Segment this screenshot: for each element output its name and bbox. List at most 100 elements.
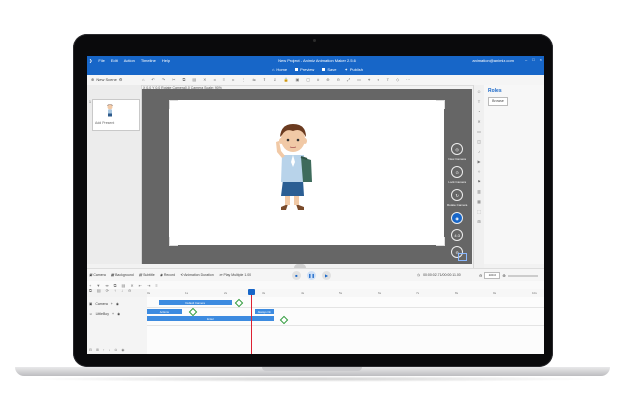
zoom-out-tool-icon[interactable]: ⊖ — [337, 77, 340, 82]
split-icon[interactable]: ⇹ — [105, 283, 108, 288]
copy-track-icon[interactable]: ⧉ — [114, 283, 117, 288]
track-visibility-icon[interactable]: ◉ — [117, 312, 120, 316]
lock-tool-icon[interactable]: 🔒 — [283, 77, 288, 82]
svg-category-icon[interactable]: ◫ — [477, 139, 481, 144]
preview-button[interactable]: Preview — [295, 67, 314, 72]
redo-icon[interactable]: ↷ — [162, 77, 165, 82]
browse-button[interactable]: Browse — [488, 97, 508, 106]
scene-settings-icon[interactable]: ⚙ — [119, 77, 123, 82]
zoom-slider[interactable] — [507, 274, 538, 277]
keyframe-marker[interactable] — [279, 315, 289, 325]
ruler-icon[interactable]: ▭ — [357, 77, 361, 82]
layer-down-icon[interactable]: ⇓ — [273, 77, 276, 82]
footer-group-icon[interactable]: ⊞ — [96, 348, 99, 352]
zoom-in-tool-icon[interactable]: ⊕ — [326, 77, 329, 82]
image-category-icon[interactable]: ▭ — [477, 129, 481, 134]
group-icon[interactable]: ▣ — [295, 77, 299, 82]
cut-icon[interactable]: ✂ — [172, 77, 175, 82]
actions-clip[interactable]: Actions — [147, 309, 182, 314]
expand-icon[interactable]: ⇤ — [139, 283, 142, 288]
track-littleboy[interactable]: ☺ LittleBoy + ◉ — [89, 309, 120, 319]
aspect-ratio-button[interactable]: 4:3 — [451, 229, 464, 241]
layer-up-icon[interactable]: ⇑ — [263, 77, 266, 82]
zoom-value[interactable]: 100.0 — [484, 272, 501, 279]
layer-category-icon[interactable]: ⬚ — [477, 209, 481, 214]
track-add-icon[interactable]: + — [112, 312, 114, 316]
background-category-icon[interactable]: ▦ — [477, 199, 481, 204]
zoom-minus-icon[interactable]: ⊖ — [479, 273, 482, 278]
stop-button[interactable]: ■ — [292, 271, 301, 280]
tab-play-multiple[interactable]: ≫ Play Multiple 1.00 — [219, 273, 251, 277]
new-camera-button[interactable]: ◎ — [451, 143, 464, 155]
shape-tool-icon[interactable]: ◇ — [396, 77, 399, 82]
account-email[interactable]: animation@animiz.com — [472, 58, 514, 63]
sound-category-icon[interactable]: ♪ — [478, 149, 480, 154]
align-center-icon[interactable]: ≡ — [223, 77, 225, 82]
fit-icon[interactable]: ⤢ — [347, 77, 350, 82]
publish-button[interactable]: ✦ Publish — [344, 67, 362, 72]
snap-icon[interactable]: ⌖ — [368, 77, 370, 82]
track-camera[interactable]: ▣ Camera + ◉ — [89, 299, 119, 309]
play-pause-button[interactable]: ❚❚ — [307, 271, 316, 280]
copy-icon[interactable]: ⧉ — [183, 77, 186, 82]
distribute-icon[interactable]: ⋮ — [241, 77, 245, 82]
camera-clip[interactable]: Default Camera — [158, 300, 232, 305]
flip-icon[interactable]: ⇋ — [252, 77, 255, 82]
footer-eye-icon[interactable]: ◉ — [121, 348, 124, 352]
collapse-icon[interactable]: ⇥ — [147, 283, 150, 288]
keyframe-marker[interactable] — [188, 307, 198, 317]
shape-category-icon[interactable]: ✕ — [477, 119, 480, 124]
effect-category-icon[interactable]: ✧ — [477, 169, 480, 174]
special-category-icon[interactable]: ⚑ — [477, 179, 481, 184]
playhead-handle[interactable] — [248, 289, 256, 295]
close-button[interactable]: × — [540, 57, 542, 62]
ungroup-icon[interactable]: ▢ — [306, 77, 310, 82]
save-button[interactable]: Save — [322, 67, 336, 72]
delete-track-icon[interactable]: ✕ — [130, 283, 133, 288]
tab-background[interactable]: ▦ Background — [111, 273, 134, 277]
scale-camera-button[interactable]: ◉ — [451, 212, 464, 224]
keyframe-marker[interactable] — [234, 298, 244, 308]
menu-help[interactable]: Help — [162, 58, 170, 63]
rotate-camera-button[interactable]: ↻ — [451, 189, 464, 201]
track-visibility-icon[interactable]: ◉ — [116, 302, 119, 306]
next-button[interactable]: ▶ — [322, 271, 331, 280]
footer-up-icon[interactable]: ↑ — [103, 348, 105, 352]
add-track-icon[interactable]: + — [89, 283, 91, 288]
video-category-icon[interactable]: ▶ — [477, 159, 480, 164]
delete-icon[interactable]: ✕ — [203, 77, 206, 82]
footer-lock-icon[interactable]: ⊙ — [114, 348, 117, 352]
paste-icon[interactable]: ▤ — [192, 77, 196, 82]
chart-category-icon[interactable]: ▥ — [477, 189, 481, 194]
home-button[interactable]: ⌂ Home — [272, 67, 287, 72]
menu-edit[interactable]: Edit — [111, 58, 118, 63]
lock-camera-button[interactable]: ⊙ — [451, 166, 464, 178]
fullscreen-icon[interactable] — [458, 253, 467, 261]
roles-category-icon[interactable]: ☺ — [477, 89, 481, 94]
text-tool-icon[interactable]: T — [387, 77, 389, 82]
tab-camera[interactable]: ▣ Camera — [89, 273, 106, 277]
paste-track-icon[interactable]: ▤ — [122, 283, 126, 288]
zoom-plus-icon[interactable]: ⊕ — [502, 273, 505, 278]
color-icon[interactable]: ◐ — [377, 77, 379, 82]
tab-subtitle[interactable]: ▤ Subtitle — [139, 273, 155, 277]
footer-delete-icon[interactable]: ⊟ — [89, 348, 92, 352]
text-category-icon[interactable]: T — [478, 99, 480, 104]
playhead-line[interactable] — [251, 289, 253, 354]
menu-action[interactable]: Action — [124, 58, 135, 63]
undo-icon[interactable]: ↶ — [151, 77, 154, 82]
bubble-category-icon[interactable]: ◔ — [478, 109, 480, 114]
menu-file[interactable]: File — [98, 58, 104, 63]
minimize-button[interactable]: – — [525, 57, 527, 62]
menu-timeline[interactable]: Timeline — [141, 58, 156, 63]
scene-thumbnail[interactable]: 1 — [89, 99, 140, 131]
grid-icon[interactable]: # — [317, 77, 319, 82]
always-on-clip[interactable]: Always On — [254, 309, 275, 314]
camera-canvas[interactable] — [169, 100, 444, 245]
little-boy-character[interactable] — [272, 122, 314, 212]
new-scene-button[interactable]: ⊕ New Scene ⚙ — [91, 77, 122, 82]
footer-down-icon[interactable]: ↓ — [109, 348, 111, 352]
track-add-icon[interactable]: + — [111, 302, 113, 306]
more-tools-icon[interactable]: ⋯ — [406, 77, 410, 82]
home-tool-icon[interactable]: ⌂ — [142, 77, 144, 82]
